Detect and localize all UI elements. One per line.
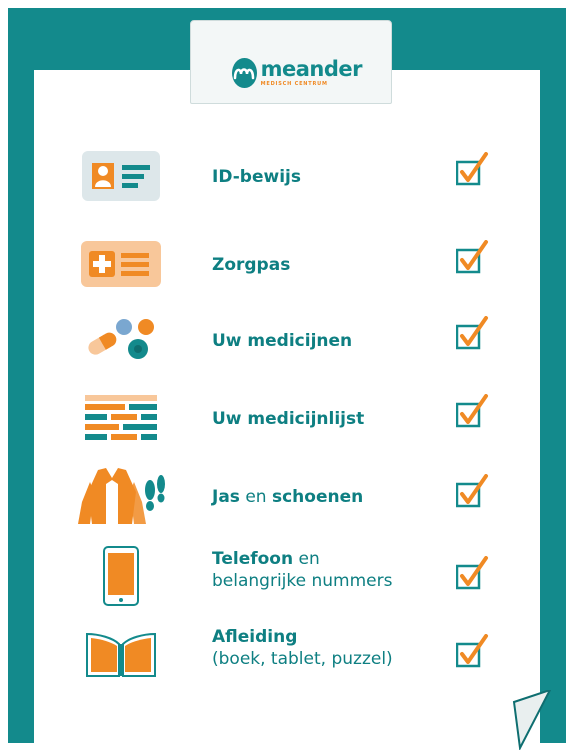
checkbox-checked-icon[interactable] (456, 556, 490, 590)
item-label: Jas en schoenen (212, 487, 364, 507)
pills-icon (76, 310, 166, 370)
checkbox-checked-icon[interactable] (456, 474, 490, 508)
checklist-item: Afleiding (boek, tablet, puzzel) (0, 624, 574, 684)
insurance-card-icon (76, 234, 166, 294)
checklist-item: Zorgpas (0, 234, 574, 294)
checkbox-checked-icon[interactable] (456, 394, 490, 428)
checklist-item: Jas en schoenen (0, 468, 574, 528)
item-label: Telefoon en belangrijke nummers (212, 549, 393, 591)
item-label: Uw medicijnlijst (212, 409, 365, 429)
page-curl-icon (508, 690, 552, 750)
logo-wordmark: meander (260, 57, 363, 81)
item-sublabel: belangrijke nummers (212, 571, 393, 591)
checklist-item: Telefoon en belangrijke nummers (0, 546, 574, 606)
item-sublabel: (boek, tablet, puzzel) (212, 649, 393, 669)
meander-logo: meander MEDISCH CENTRUM (232, 55, 363, 91)
item-label: ID-bewijs (212, 167, 301, 187)
checklist-poster: meander MEDISCH CENTRUM ID-bewijs Zorgpa… (0, 0, 574, 751)
item-label: Uw medicijnen (212, 331, 353, 351)
medication-list-icon (76, 388, 166, 448)
logo-tagline: MEDISCH CENTRUM (260, 81, 328, 87)
book-icon (76, 624, 166, 684)
checklist-item: ID-bewijs (0, 146, 574, 206)
meander-logo-mark-icon (232, 58, 257, 88)
checkbox-checked-icon[interactable] (456, 316, 490, 350)
phone-icon (76, 546, 166, 606)
checkbox-checked-icon[interactable] (456, 152, 490, 186)
item-label: Afleiding (boek, tablet, puzzel) (212, 627, 393, 669)
checkbox-checked-icon[interactable] (456, 634, 490, 668)
checkbox-checked-icon[interactable] (456, 240, 490, 274)
id-card-icon (76, 146, 166, 206)
item-label: Zorgpas (212, 255, 291, 275)
checklist-item: Uw medicijnlijst (0, 388, 574, 448)
checklist-item: Uw medicijnen (0, 310, 574, 370)
coat-and-shoes-icon (76, 468, 166, 528)
